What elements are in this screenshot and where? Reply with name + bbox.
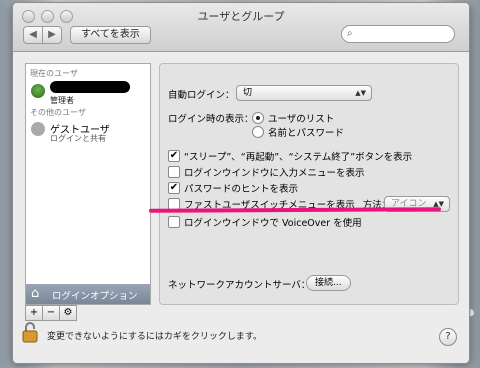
popup-arrows-icon: ▲▼ [355,89,366,97]
radio-user-list[interactable] [252,112,264,124]
other-users-header: その他のユーザ [30,108,86,117]
add-user-button[interactable]: + [25,305,43,321]
redacted-user-name [50,81,130,93]
join-button[interactable]: 接続... [306,275,351,291]
cb-input-menu-label: ログインウインドウに入力メニューを表示 [184,168,365,179]
forward-button[interactable]: ▶ [43,26,62,44]
auto-login-value: 切 [243,88,253,98]
radio-name-password-row[interactable]: 名前とパスワード [252,125,344,139]
lock-text: 変更できないようにするにはカギをクリックします。 [47,332,263,342]
guest-user-subtitle: ログインと共有 [50,134,106,143]
cb-password-hints[interactable]: ✔ [168,182,180,194]
login-options-row[interactable]: ⌂ ログインオプション [26,284,150,304]
cb-input-menu-row[interactable]: ログインウインドウに入力メニューを表示 [168,165,365,179]
user-avatar-icon [31,84,45,98]
cb-sleep-restart[interactable]: ✔ [168,150,180,162]
cb-sleep-restart-row[interactable]: ✔ “スリープ”、“再起動”、“システム終了”ボタンを表示 [168,149,412,163]
preferences-window: ユーザとグループ ◀ ▶ すべてを表示 ⌕ 現在のユーザ 管理者 その他のユーザ… [12,2,470,364]
radio-user-list-row[interactable]: ユーザのリスト [252,111,334,125]
guest-avatar-icon [31,122,45,136]
radio-name-password-label: 名前とパスワード [268,128,345,139]
title-bar: ユーザとグループ ◀ ▶ すべてを表示 ⌕ [13,3,469,52]
list-buttons: + − ⚙ [25,305,77,321]
back-button[interactable]: ◀ [23,26,43,44]
cb-password-hints-label: パスワードのヒントを表示 [184,184,299,195]
radio-name-password[interactable] [252,126,264,138]
search-field[interactable]: ⌕ [341,25,455,43]
remove-user-button[interactable]: − [42,305,60,321]
lock-icon[interactable] [21,321,39,343]
auto-login-popup[interactable]: 切 ▲▼ [236,85,372,101]
cb-input-menu[interactable] [168,166,180,178]
nav-buttons: ◀ ▶ [23,26,62,44]
show-all-button[interactable]: すべてを表示 [70,26,151,44]
current-user-row[interactable]: 管理者 [26,79,150,107]
radio-user-list-label: ユーザのリスト [268,114,335,125]
gear-icon[interactable]: ⚙ [59,305,77,321]
login-window-label: ログイン時の表示： [168,114,254,125]
login-options-label: ログインオプション [52,291,138,302]
cb-sleep-restart-label: “スリープ”、“再起動”、“システム終了”ボタンを表示 [184,152,413,163]
house-icon: ⌂ [31,286,40,301]
user-list: 現在のユーザ 管理者 その他のユーザ ゲストユーザ ログインと共有 ⌂ ログイン… [25,63,151,305]
search-icon: ⌕ [347,28,353,39]
cb-voiceover-row[interactable]: ログインウインドウで VoiceOver を使用 [168,215,362,229]
cb-voiceover[interactable] [168,216,180,228]
cb-voiceover-label: ログインウインドウで VoiceOver を使用 [184,218,362,229]
current-user-role: 管理者 [50,96,74,105]
help-button[interactable]: ? [439,328,457,346]
auto-login-label: 自動ログイン： [168,90,235,101]
network-server-label: ネットワークアカウントサーバ： [168,280,311,291]
window-title: ユーザとグループ [197,10,285,23]
cb-password-hints-row[interactable]: ✔ パスワードのヒントを表示 [168,181,298,195]
guest-user-row[interactable]: ゲストユーザ ログインと共有 [26,118,150,146]
current-user-header: 現在のユーザ [30,69,78,78]
login-options-panel: 自動ログイン： 切 ▲▼ ログイン時の表示： ユーザのリスト 名前とパスワード … [159,63,459,305]
